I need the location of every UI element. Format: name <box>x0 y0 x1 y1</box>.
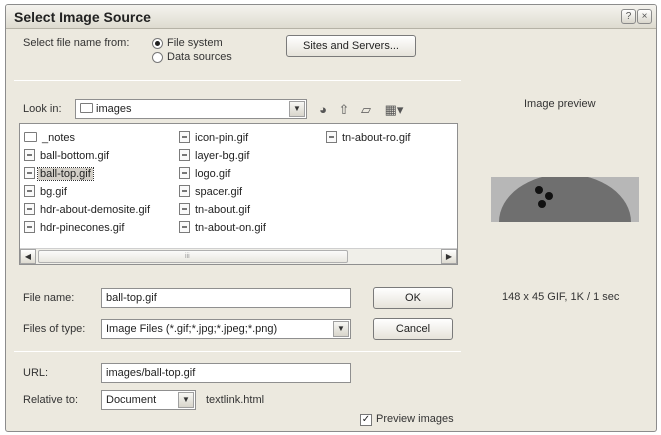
gif-file-icon <box>24 221 35 233</box>
list-item[interactable]: logo.gif <box>179 166 232 182</box>
image-info-text: 148 x 45 GIF, 1K / 1 sec <box>502 291 620 303</box>
folder-icon <box>24 132 37 142</box>
list-item[interactable]: tn-about-ro.gif <box>326 130 412 146</box>
gif-file-icon <box>179 221 190 233</box>
finger-hole <box>538 200 546 208</box>
gif-file-icon <box>179 203 190 215</box>
chevron-down-icon[interactable]: ▼ <box>333 321 349 337</box>
gif-file-icon <box>179 131 190 143</box>
relative-to-dropdown[interactable]: Document ▼ <box>101 390 196 410</box>
up-folder-icon[interactable]: ⇧ <box>336 102 352 118</box>
file-name-input[interactable]: ball-top.gif <box>101 288 351 308</box>
cancel-button[interactable]: Cancel <box>373 318 453 340</box>
horizontal-scrollbar[interactable]: ◀ iii ▶ <box>20 248 457 264</box>
scroll-left-icon[interactable]: ◀ <box>20 249 36 264</box>
list-item[interactable]: hdr-pinecones.gif <box>24 220 126 236</box>
sites-and-servers-button[interactable]: Sites and Servers... <box>286 35 416 57</box>
select-source-label: Select file name from: <box>23 37 130 49</box>
file-system-radio[interactable] <box>152 38 163 49</box>
chevron-down-icon[interactable]: ▼ <box>178 392 194 408</box>
data-sources-label[interactable]: Data sources <box>167 51 232 63</box>
separator <box>14 80 461 81</box>
finger-hole <box>545 192 553 200</box>
look-in-dropdown[interactable]: images ▼ <box>75 99 307 119</box>
list-item-folder[interactable]: _notes <box>24 130 77 146</box>
list-item[interactable]: bg.gif <box>24 184 69 200</box>
gif-file-icon <box>24 203 35 215</box>
chevron-down-icon[interactable]: ▼ <box>289 101 305 117</box>
close-icon[interactable]: × <box>637 9 652 24</box>
folder-icon <box>80 103 93 113</box>
file-system-label[interactable]: File system <box>167 37 223 49</box>
relative-to-value: Document <box>106 394 157 406</box>
scroll-right-icon[interactable]: ▶ <box>441 249 457 264</box>
list-item[interactable]: layer-bg.gif <box>179 148 251 164</box>
new-folder-icon[interactable]: ▱ <box>358 102 374 118</box>
ok-button[interactable]: OK <box>373 287 453 309</box>
list-item[interactable]: tn-about-on.gif <box>179 220 268 236</box>
file-list[interactable]: _notes ball-bottom.gif ball-top.gif bg.g… <box>19 123 458 265</box>
look-in-label: Look in: <box>23 103 62 115</box>
list-item-selected[interactable]: ball-top.gif <box>24 166 94 182</box>
gif-file-icon <box>179 167 190 179</box>
gif-file-icon <box>24 149 35 161</box>
preview-images-checkbox[interactable]: ✓ <box>360 414 372 426</box>
file-type-value: Image Files (*.gif;*.jpg;*.jpeg;*.png) <box>106 323 278 335</box>
gif-file-icon <box>24 185 35 197</box>
files-of-type-label: Files of type: <box>23 323 86 335</box>
scroll-grip: iii <box>185 253 190 260</box>
url-label: URL: <box>23 367 49 379</box>
preview-images-label[interactable]: Preview images <box>376 413 454 425</box>
title-bar: Select Image Source ? × <box>6 5 656 29</box>
file-name-label: File name: <box>23 292 75 304</box>
separator <box>14 351 461 352</box>
list-item[interactable]: icon-pin.gif <box>179 130 250 146</box>
gif-file-icon <box>179 185 190 197</box>
help-icon[interactable]: ? <box>621 9 636 24</box>
data-sources-radio[interactable] <box>152 52 163 63</box>
image-preview <box>491 177 639 222</box>
dialog-title: Select Image Source <box>14 9 151 25</box>
finger-hole <box>535 186 543 194</box>
scrollbar-thumb[interactable]: iii <box>38 250 348 263</box>
view-menu-icon[interactable]: ▦▾ <box>381 102 407 118</box>
relative-to-label: Relative to: <box>23 394 79 406</box>
gif-file-icon <box>179 149 190 161</box>
list-item[interactable]: hdr-about-demosite.gif <box>24 202 152 218</box>
list-item[interactable]: spacer.gif <box>179 184 244 200</box>
gif-file-icon <box>24 167 35 179</box>
list-item[interactable]: tn-about.gif <box>179 202 252 218</box>
gif-file-icon <box>326 131 337 143</box>
back-icon[interactable]: ◕ <box>315 102 331 118</box>
file-type-dropdown[interactable]: Image Files (*.gif;*.jpg;*.jpeg;*.png) ▼ <box>101 319 351 339</box>
relative-file-name: textlink.html <box>206 394 265 406</box>
select-image-source-dialog: Select Image Source ? × Select file name… <box>5 4 657 432</box>
image-preview-label: Image preview <box>524 98 596 110</box>
look-in-value: images <box>96 103 132 115</box>
url-input[interactable]: images/ball-top.gif <box>101 363 351 383</box>
list-item[interactable]: ball-bottom.gif <box>24 148 111 164</box>
